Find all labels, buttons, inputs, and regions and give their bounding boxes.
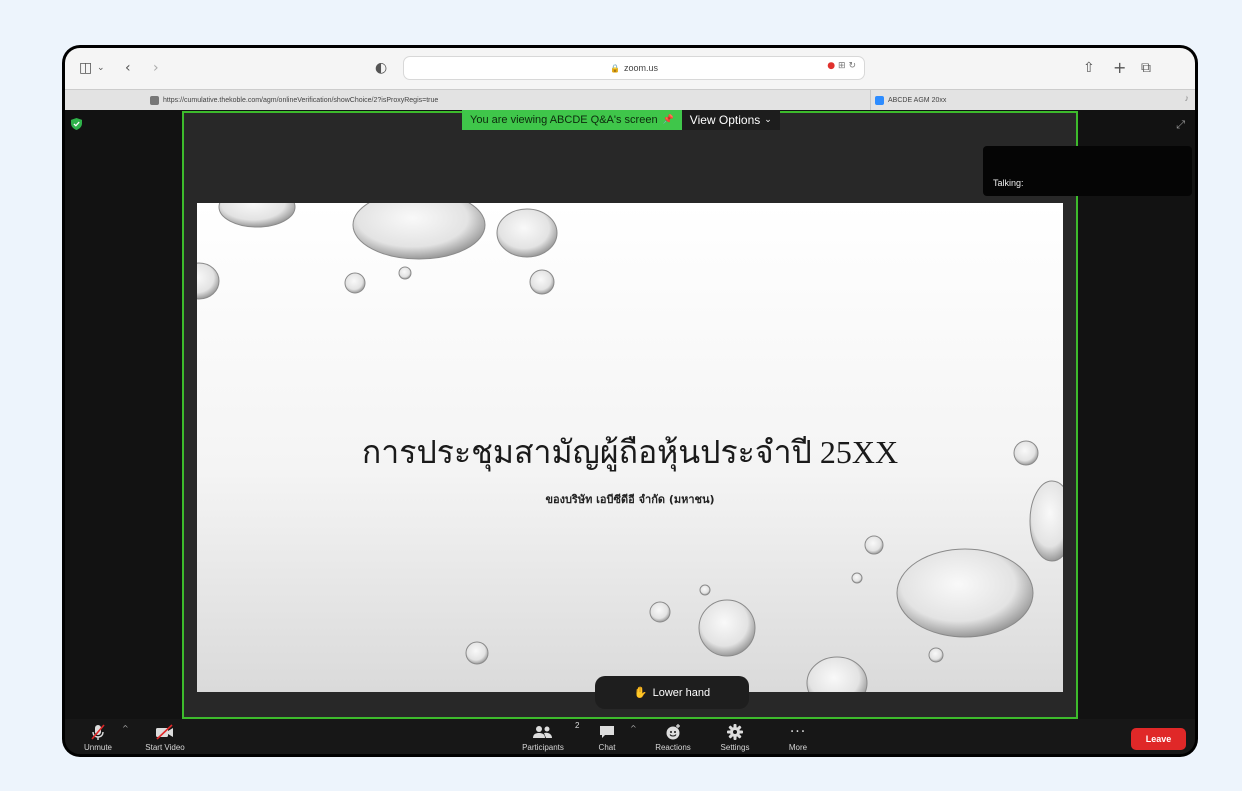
chat-label: Chat bbox=[598, 743, 616, 752]
zoom-favicon-icon bbox=[875, 96, 884, 105]
shared-slide: การประชุมสามัญผู้ถือหุ้นประจำปี 25XX ของ… bbox=[197, 203, 1063, 692]
unmute-button[interactable]: Unmute bbox=[68, 721, 128, 752]
page-favicon-icon bbox=[150, 96, 159, 105]
viewing-label: You are viewing ABCDE Q&A's screen 📌 bbox=[462, 110, 682, 130]
slide-title: การประชุมสามัญผู้ถือหุ้นประจำปี 25XX bbox=[361, 434, 899, 470]
start-video-label: Start Video bbox=[145, 743, 185, 752]
share-icon[interactable]: ⇧ bbox=[1083, 59, 1095, 77]
more-button[interactable]: ··· More bbox=[768, 721, 828, 752]
security-shield-icon[interactable] bbox=[71, 118, 82, 130]
video-off-icon bbox=[156, 724, 173, 740]
forward-icon[interactable]: › bbox=[153, 59, 159, 77]
raised-hand-icon: ✋ bbox=[633, 686, 648, 699]
talking-label: Talking: bbox=[993, 178, 1024, 188]
chevron-down-icon[interactable]: ⌄ bbox=[97, 59, 105, 77]
view-options-button[interactable]: View Options ⌄ bbox=[681, 110, 780, 130]
fullscreen-icon[interactable]: ⤢ bbox=[1176, 118, 1185, 132]
reactions-label: Reactions bbox=[655, 743, 691, 752]
address-bar[interactable]: 🔒 zoom.us ● ⊞ ↻ bbox=[403, 56, 865, 80]
lower-hand-label: Lower hand bbox=[652, 686, 711, 699]
active-speaker-box: Talking: bbox=[983, 146, 1192, 196]
microphone-icon[interactable]: ● bbox=[827, 61, 835, 71]
tab-label: ABCDE AGM 20xx bbox=[888, 97, 947, 104]
chat-options-caret-icon[interactable]: ^ bbox=[630, 724, 637, 733]
tab-label: https://cumulative.thekoble.com/agm/onli… bbox=[163, 97, 439, 104]
chat-icon bbox=[600, 726, 614, 738]
settings-button[interactable]: Settings bbox=[705, 721, 765, 752]
settings-label: Settings bbox=[720, 743, 750, 752]
zoom-meeting-area: ⤢ You are viewing ABCDE Q&A's screen 📌 V… bbox=[65, 110, 1195, 754]
start-video-button[interactable]: Start Video bbox=[135, 721, 195, 752]
chevron-down-icon: ⌄ bbox=[764, 115, 772, 125]
more-label: More bbox=[788, 743, 808, 752]
view-options-label: View Options bbox=[689, 113, 761, 127]
reactions-icon bbox=[666, 724, 680, 740]
viewing-text: You are viewing ABCDE Q&A's screen bbox=[470, 114, 658, 126]
viewing-banner: You are viewing ABCDE Q&A's screen 📌 Vie… bbox=[462, 110, 780, 130]
leave-label: Leave bbox=[1145, 734, 1172, 744]
tab-overview-icon[interactable]: ⧉ bbox=[1141, 59, 1151, 77]
participants-label: Participants bbox=[522, 743, 564, 752]
meeting-controls-bar: Unmute ^ Start Video 2 Participants Chat… bbox=[65, 719, 1195, 754]
chat-button[interactable]: Chat bbox=[577, 721, 637, 752]
tab-verification[interactable]: https://cumulative.thekoble.com/agm/onli… bbox=[150, 90, 790, 111]
leave-button[interactable]: Leave bbox=[1131, 728, 1186, 750]
more-dots-icon: ··· bbox=[789, 724, 807, 740]
lower-hand-button[interactable]: ✋ Lower hand bbox=[595, 676, 749, 709]
participants-icon bbox=[533, 726, 552, 738]
new-tab-icon[interactable]: + bbox=[1113, 59, 1126, 77]
reactions-button[interactable]: Reactions bbox=[643, 721, 703, 752]
lock-icon: 🔒 bbox=[610, 63, 620, 73]
slide-subtitle: ของบริษัท เอบีซีดีอี จำกัด (มหาชน) bbox=[545, 493, 715, 506]
pin-icon[interactable]: 📌 bbox=[663, 115, 674, 125]
privacy-shield-icon[interactable]: ◐ bbox=[375, 59, 387, 77]
audio-options-caret-icon[interactable]: ^ bbox=[122, 724, 129, 733]
browser-window: ◫ ⌄ ‹ › ◐ 🔒 zoom.us ● ⊞ ↻ ⇧ + ⧉ https://… bbox=[62, 45, 1198, 757]
browser-toolbar: ◫ ⌄ ‹ › ◐ 🔒 zoom.us ● ⊞ ↻ ⇧ + ⧉ bbox=[65, 48, 1195, 89]
microphone-indicator-icon: ♪ bbox=[1184, 93, 1190, 103]
address-bar-status: ● ⊞ ↻ bbox=[827, 61, 856, 71]
translate-icon[interactable]: ⊞ bbox=[838, 61, 846, 71]
reload-icon[interactable]: ↻ bbox=[848, 61, 856, 71]
gear-icon bbox=[727, 724, 743, 740]
participants-button[interactable]: 2 Participants bbox=[513, 721, 579, 752]
back-icon[interactable]: ‹ bbox=[125, 59, 131, 77]
unmute-label: Unmute bbox=[83, 743, 112, 752]
tab-zoom-meeting[interactable]: ABCDE AGM 20xx bbox=[870, 90, 1170, 111]
sidebar-toggle-icon[interactable]: ◫ bbox=[79, 59, 92, 77]
tab-bar: https://cumulative.thekoble.com/agm/onli… bbox=[65, 89, 1195, 111]
address-text: zoom.us bbox=[623, 63, 658, 73]
muted-microphone-icon bbox=[91, 724, 105, 740]
